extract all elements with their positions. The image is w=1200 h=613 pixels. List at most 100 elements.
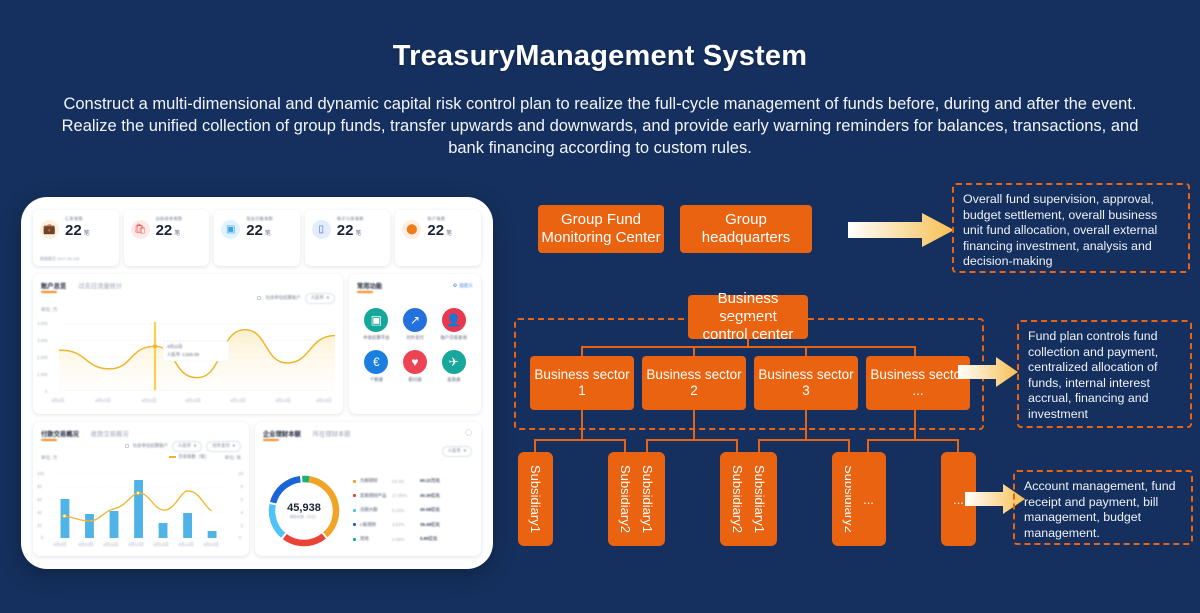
chevron-down-icon: ▾ xyxy=(463,448,466,454)
app-label: 账户交易查询 xyxy=(440,335,467,340)
settlement-platform-icon: ▣ xyxy=(364,308,389,332)
payment-type-select[interactable]: 对外支付 ▾ xyxy=(206,441,241,452)
app-item[interactable]: ▣ 中金结算平台 xyxy=(357,308,396,341)
box-subsidiary-4-1[interactable]: ... xyxy=(851,452,886,546)
currency-select[interactable]: 人民币 ▾ xyxy=(441,446,472,457)
tab-payment-overview[interactable]: 付款交易概况 xyxy=(41,429,79,441)
tab-enterprise-wealth[interactable]: 企业理财本额 xyxy=(263,429,301,441)
app-item[interactable]: 👤 账户交易查询 xyxy=(434,308,473,341)
kpi-card[interactable]: 💼 汇款笔数 22 笔 数据截至 2017.06.130 xyxy=(33,210,119,266)
box-subsidiary-2-1[interactable]: Subsidiary1 xyxy=(630,452,665,546)
layers-icon: ▣ xyxy=(221,220,241,239)
box-group-fund-monitoring-center[interactable]: Group Fund Monitoring Center xyxy=(538,205,664,253)
kpi-value: 22 笔 xyxy=(155,222,181,239)
legend-swatch xyxy=(353,508,356,512)
box-business-sector-2[interactable]: Business sector 2 xyxy=(642,356,746,410)
note-middle: Fund plan controls fund collection and p… xyxy=(1017,320,1192,428)
legend-swatch xyxy=(353,537,356,541)
legend-name: 其他 xyxy=(360,536,369,542)
kpi-card-row: 💼 汇款笔数 22 笔 数据截至 2017.06.130 🛍 自助收单笔数 22 笔… xyxy=(33,210,481,266)
app-item[interactable]: ✈ 差旅通 xyxy=(434,350,473,383)
legend-amount: 40.30亿元 xyxy=(420,492,440,498)
bar-chart-panel: 付款交易概况 收款交易概况 包含单位结算账户 人民币 ▾ 对外支付 ▾ 单位: 万 … xyxy=(33,422,249,556)
box-subsidiary-3-1[interactable]: Subsidiary1 xyxy=(742,452,777,546)
legend-name: 定期理财产品 xyxy=(360,492,387,498)
include-settlement-checkbox[interactable] xyxy=(257,296,262,301)
y-tick: 0 xyxy=(45,389,48,394)
kpi-card[interactable]: ▯ 电子公章笔数 22 笔 xyxy=(304,210,391,266)
box-group-headquarters[interactable]: Group headquarters xyxy=(680,205,812,253)
tab-receipt-overview[interactable]: 收款交易概况 xyxy=(91,429,129,438)
line-chart-panel: 账户总览 过去日流量统计 包含单位结算账户 人民币 ▾ 单位: 万 4月11日 … xyxy=(33,274,343,414)
x-tick: 4月11日 xyxy=(141,398,157,403)
app-grid: ▣ 中金结算平台 ↗ 对外支付 👤 账户交易查询 € 个税通 ♥ 薪问通 ✈ 差… xyxy=(357,308,473,383)
legend-line-swatch xyxy=(169,456,177,458)
box-business-sector-3[interactable]: Business sector 3 xyxy=(754,356,858,410)
app-item[interactable]: ↗ 对外支付 xyxy=(396,308,435,341)
box-subsidiary-1-1[interactable]: Subsidiary1 xyxy=(518,452,553,546)
donut-center-value: 45,938 xyxy=(287,502,321,514)
card-icon: ▯ xyxy=(311,220,331,239)
subsidiary-label: Subsidiary1 xyxy=(528,465,543,533)
x-tick: 4月14日 xyxy=(275,398,291,403)
box-business-sector-4[interactable]: Business sector... xyxy=(866,356,970,410)
legend-swatch xyxy=(353,523,356,527)
donut-center-label: 理财本额（万元） xyxy=(289,515,319,519)
refresh-icon[interactable]: ◯ xyxy=(465,429,472,436)
kpi-card[interactable]: ▣ 现金归集笔数 22 笔 xyxy=(214,210,300,266)
legend-item: t-账理财 4.52% 39.49亿元 xyxy=(353,518,465,533)
line-panel-controls: 包含单位结算账户 人民币 ▾ xyxy=(257,293,335,304)
tab-daily-flow[interactable]: 过去日流量统计 xyxy=(78,281,122,290)
app-label: 中金结算平台 xyxy=(363,335,390,340)
currency-select[interactable]: 人民币 ▾ xyxy=(304,293,335,304)
checkbox-label: 包含单位结算账户 xyxy=(132,443,168,449)
donut-legend: 为期理财 63.3% 60.22万元 定期理财产品 17.55% 40.30亿元… xyxy=(353,474,465,547)
kpi-label: 自助收单笔数 xyxy=(155,216,183,221)
dashboard-bottom-row: 付款交易概况 收款交易概况 包含单位结算账户 人民币 ▾ 对外支付 ▾ 单位: 万 … xyxy=(33,422,481,556)
legend-line-label: 交易笔数（笔） xyxy=(178,454,209,459)
legend-percent: 2.08% xyxy=(392,536,405,542)
y-tick-left: 100 xyxy=(37,471,45,476)
app-item[interactable]: € 个税通 xyxy=(357,350,396,383)
connector-sector1-down xyxy=(581,410,583,440)
legend-amount: 5.85亿元 xyxy=(420,536,438,542)
connector-sector-4 xyxy=(914,346,916,356)
y-tick: 2,000 xyxy=(37,355,48,360)
donut-chart: 45,938 理财本额（万元） xyxy=(267,474,341,548)
customize-link[interactable]: 自定义 xyxy=(459,283,473,289)
chart-unit-right: 单位: 笔 xyxy=(224,455,241,460)
x-tick: 4月11日 xyxy=(103,542,119,547)
currency-select[interactable]: 人民币 ▾ xyxy=(171,441,203,452)
box-business-sector-1[interactable]: Business sector 1 xyxy=(530,356,634,410)
chart-unit-left: 单位: 万 xyxy=(41,455,58,460)
tab-account-overview[interactable]: 账户总览 xyxy=(41,281,66,293)
org-diagram: Group Fund Monitoring Center Group headqua… xyxy=(510,180,1200,600)
kpi-value: 22 笔 xyxy=(246,222,271,239)
payroll-service-icon: ♥ xyxy=(402,350,427,374)
y-tick-right: 10 xyxy=(238,471,243,476)
legend-name: 为期理财 xyxy=(360,478,378,484)
x-tick: 4月10日 xyxy=(95,398,111,403)
panel-tabs: 企业理财本额 所在理财本额 ◯ xyxy=(263,429,473,441)
kpi-card[interactable]: 🛍 自助收单笔数 22 笔 xyxy=(123,210,210,266)
tax-service-icon: € xyxy=(364,350,389,374)
page-description: Construct a multi-dimensional and dynami… xyxy=(61,95,1139,157)
coins-icon: ⬤ xyxy=(402,220,422,239)
app-label: 对外支付 xyxy=(406,335,424,340)
x-tick: 4月10日 xyxy=(78,542,94,547)
x-tick: 4月14日 xyxy=(178,542,194,547)
connector-sector4-down xyxy=(914,410,916,440)
include-settlement-checkbox[interactable] xyxy=(124,444,129,449)
connector-sector3-down xyxy=(805,410,807,440)
kpi-card[interactable]: ⬤ 账户笔数 22 笔 xyxy=(395,210,481,266)
legend-percent: 63.3% xyxy=(392,478,405,484)
app-item[interactable]: ♥ 薪问通 xyxy=(396,350,435,383)
legend-item: 活期大额 6.23% 40.08亿元 xyxy=(353,503,465,518)
kpi-label: 电子公章笔数 xyxy=(336,216,364,221)
tab-branch-wealth[interactable]: 所在理财本额 xyxy=(313,429,351,438)
y-tick-left: 60 xyxy=(37,497,42,502)
legend-percent: 17.55% xyxy=(392,493,407,499)
connector-sub-2b xyxy=(736,439,738,453)
arrow-top xyxy=(848,213,954,247)
kpi-subtext: 数据截至 2017.06.130 xyxy=(40,256,80,261)
